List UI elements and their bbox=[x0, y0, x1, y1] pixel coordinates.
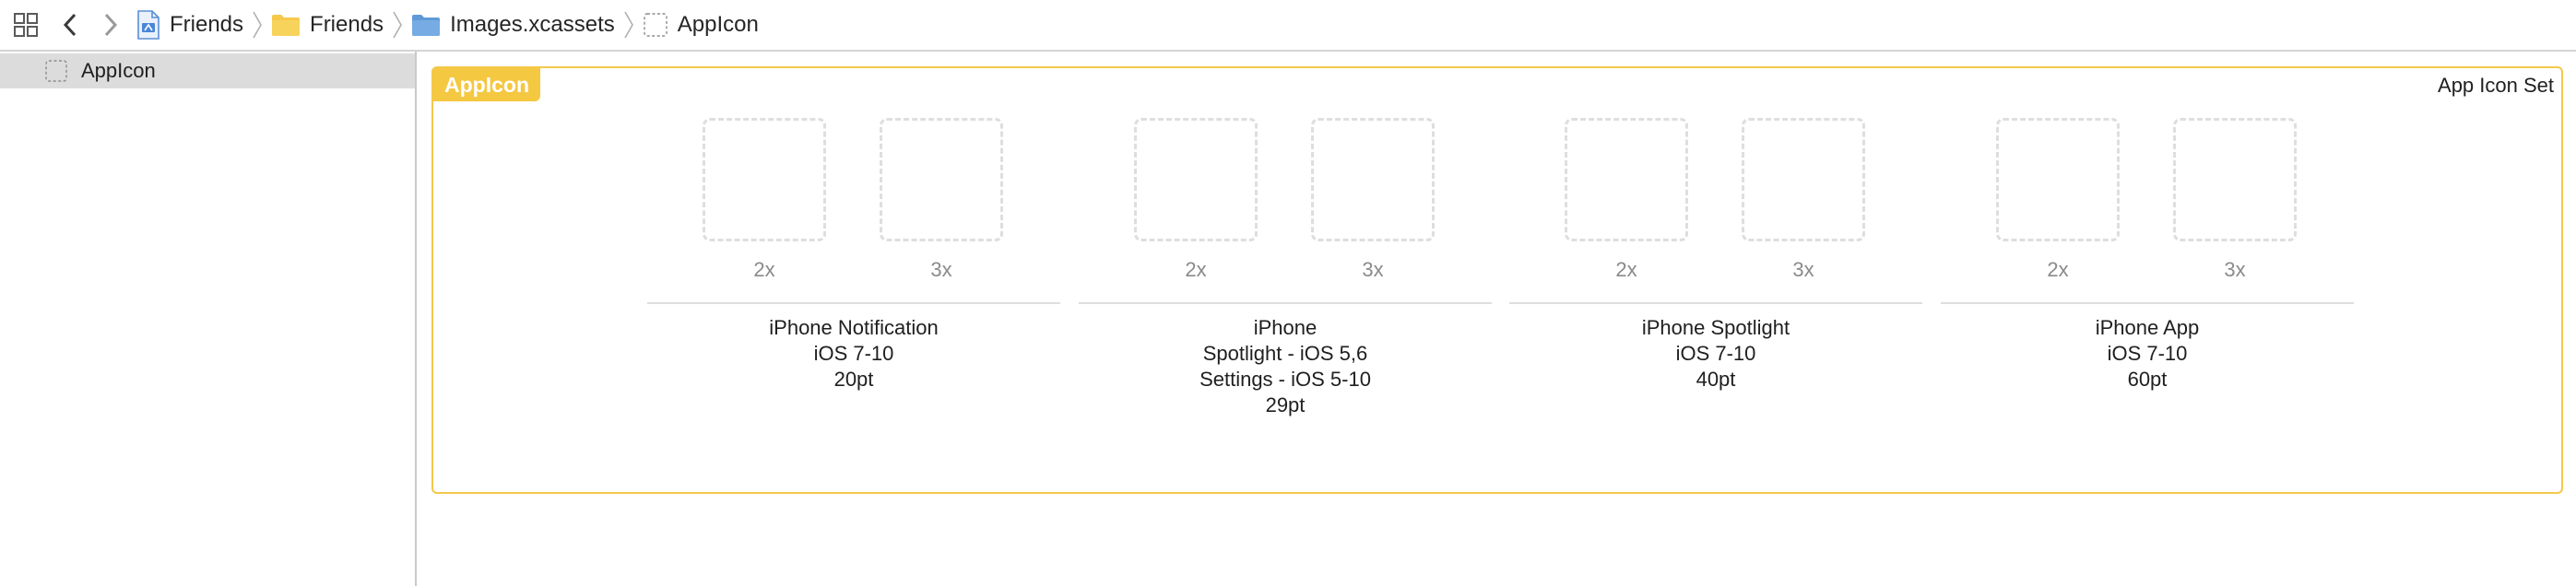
breadcrumb-project[interactable]: Friends bbox=[136, 0, 243, 51]
slot-scale-label: 3x bbox=[2224, 258, 2246, 281]
slot-scale-label: 2x bbox=[1185, 258, 1207, 281]
group-divider bbox=[1509, 302, 1922, 304]
group-title-line: iOS 7-10 bbox=[1675, 342, 1756, 365]
breadcrumb-separator-icon bbox=[620, 0, 637, 51]
slot-scale-label: 2x bbox=[2047, 258, 2069, 281]
group-title-line: 29pt bbox=[1265, 393, 1306, 416]
asset-editor: AppIcon App Icon Set 2x 3x iPhone Notifi… bbox=[419, 52, 2576, 586]
project-file-icon bbox=[136, 10, 160, 40]
breadcrumb-appicon[interactable]: AppIcon bbox=[643, 0, 759, 51]
icon-slot-3x[interactable] bbox=[880, 118, 1003, 241]
icon-slot-2x[interactable] bbox=[1565, 118, 1688, 241]
breadcrumb-group-label: Friends bbox=[310, 12, 384, 37]
set-name-badge[interactable]: AppIcon bbox=[433, 68, 540, 101]
icon-slot-2x[interactable] bbox=[1996, 118, 2120, 241]
app-icon-set[interactable]: AppIcon App Icon Set 2x 3x iPhone Notifi… bbox=[431, 66, 2563, 494]
related-items-grid-icon[interactable] bbox=[6, 5, 46, 45]
breadcrumb-asset-catalog[interactable]: Images.xcassets bbox=[411, 0, 615, 51]
group-title: iPhone Spotlight iOS 7-10 40pt bbox=[1509, 315, 1922, 393]
group-divider bbox=[647, 302, 1060, 304]
breadcrumb-separator-icon bbox=[389, 0, 406, 51]
group-title: iPhone App iOS 7-10 60pt bbox=[1941, 315, 2354, 393]
group-title-line: iOS 7-10 bbox=[813, 342, 894, 365]
icon-slot-3x[interactable] bbox=[2173, 118, 2297, 241]
slot-scale-label: 3x bbox=[1792, 258, 1814, 281]
group-title-line: 20pt bbox=[833, 368, 874, 391]
sidebar-item-label: AppIcon bbox=[81, 59, 156, 82]
breadcrumb-asset-catalog-label: Images.xcassets bbox=[450, 12, 615, 37]
appicon-placeholder-icon bbox=[643, 12, 668, 38]
group-title-line: iOS 7-10 bbox=[2107, 342, 2188, 365]
group-title-line: iPhone bbox=[1253, 316, 1318, 339]
group-title-line: Settings - iOS 5-10 bbox=[1199, 368, 1371, 391]
group-title-line: iPhone App bbox=[2095, 316, 2200, 339]
set-type-label: App Icon Set bbox=[2438, 74, 2554, 97]
group-title: iPhone Notification iOS 7-10 20pt bbox=[647, 315, 1060, 393]
breadcrumb-project-label: Friends bbox=[170, 12, 244, 37]
yellow-folder-icon bbox=[271, 13, 301, 37]
blue-folder-icon bbox=[411, 13, 441, 37]
jump-bar: Friends Friends Images.xcassets AppIcon bbox=[0, 0, 2576, 52]
group-title-line: 40pt bbox=[1696, 368, 1736, 391]
group-divider bbox=[1079, 302, 1492, 304]
appicon-placeholder-icon bbox=[44, 59, 68, 83]
breadcrumb-separator-icon bbox=[249, 0, 266, 51]
icon-slot-3x[interactable] bbox=[1311, 118, 1435, 241]
group-title-line: iPhone Notification bbox=[769, 316, 939, 339]
group-divider bbox=[1941, 302, 2354, 304]
group-title-line: iPhone Spotlight bbox=[1641, 316, 1790, 339]
icon-slot-2x[interactable] bbox=[1134, 118, 1258, 241]
sidebar-item-appicon[interactable]: AppIcon bbox=[0, 53, 415, 88]
breadcrumb: Friends Friends Images.xcassets AppIcon bbox=[136, 0, 759, 51]
asset-list-sidebar: AppIcon bbox=[0, 52, 417, 586]
slot-scale-label: 3x bbox=[930, 258, 952, 281]
slot-scale-label: 2x bbox=[1615, 258, 1637, 281]
group-title: iPhone Spotlight - iOS 5,6 Settings - iO… bbox=[1079, 315, 1492, 418]
icon-slot-3x[interactable] bbox=[1742, 118, 1865, 241]
forward-chevron-icon[interactable] bbox=[90, 5, 131, 45]
back-chevron-icon[interactable] bbox=[50, 5, 90, 45]
slot-scale-label: 3x bbox=[1362, 258, 1384, 281]
icon-slot-2x[interactable] bbox=[703, 118, 826, 241]
breadcrumb-appicon-label: AppIcon bbox=[677, 12, 759, 37]
slot-scale-label: 2x bbox=[753, 258, 775, 281]
group-title-line: 60pt bbox=[2127, 368, 2168, 391]
breadcrumb-group-folder[interactable]: Friends bbox=[271, 0, 384, 51]
group-title-line: Spotlight - iOS 5,6 bbox=[1202, 342, 1368, 365]
